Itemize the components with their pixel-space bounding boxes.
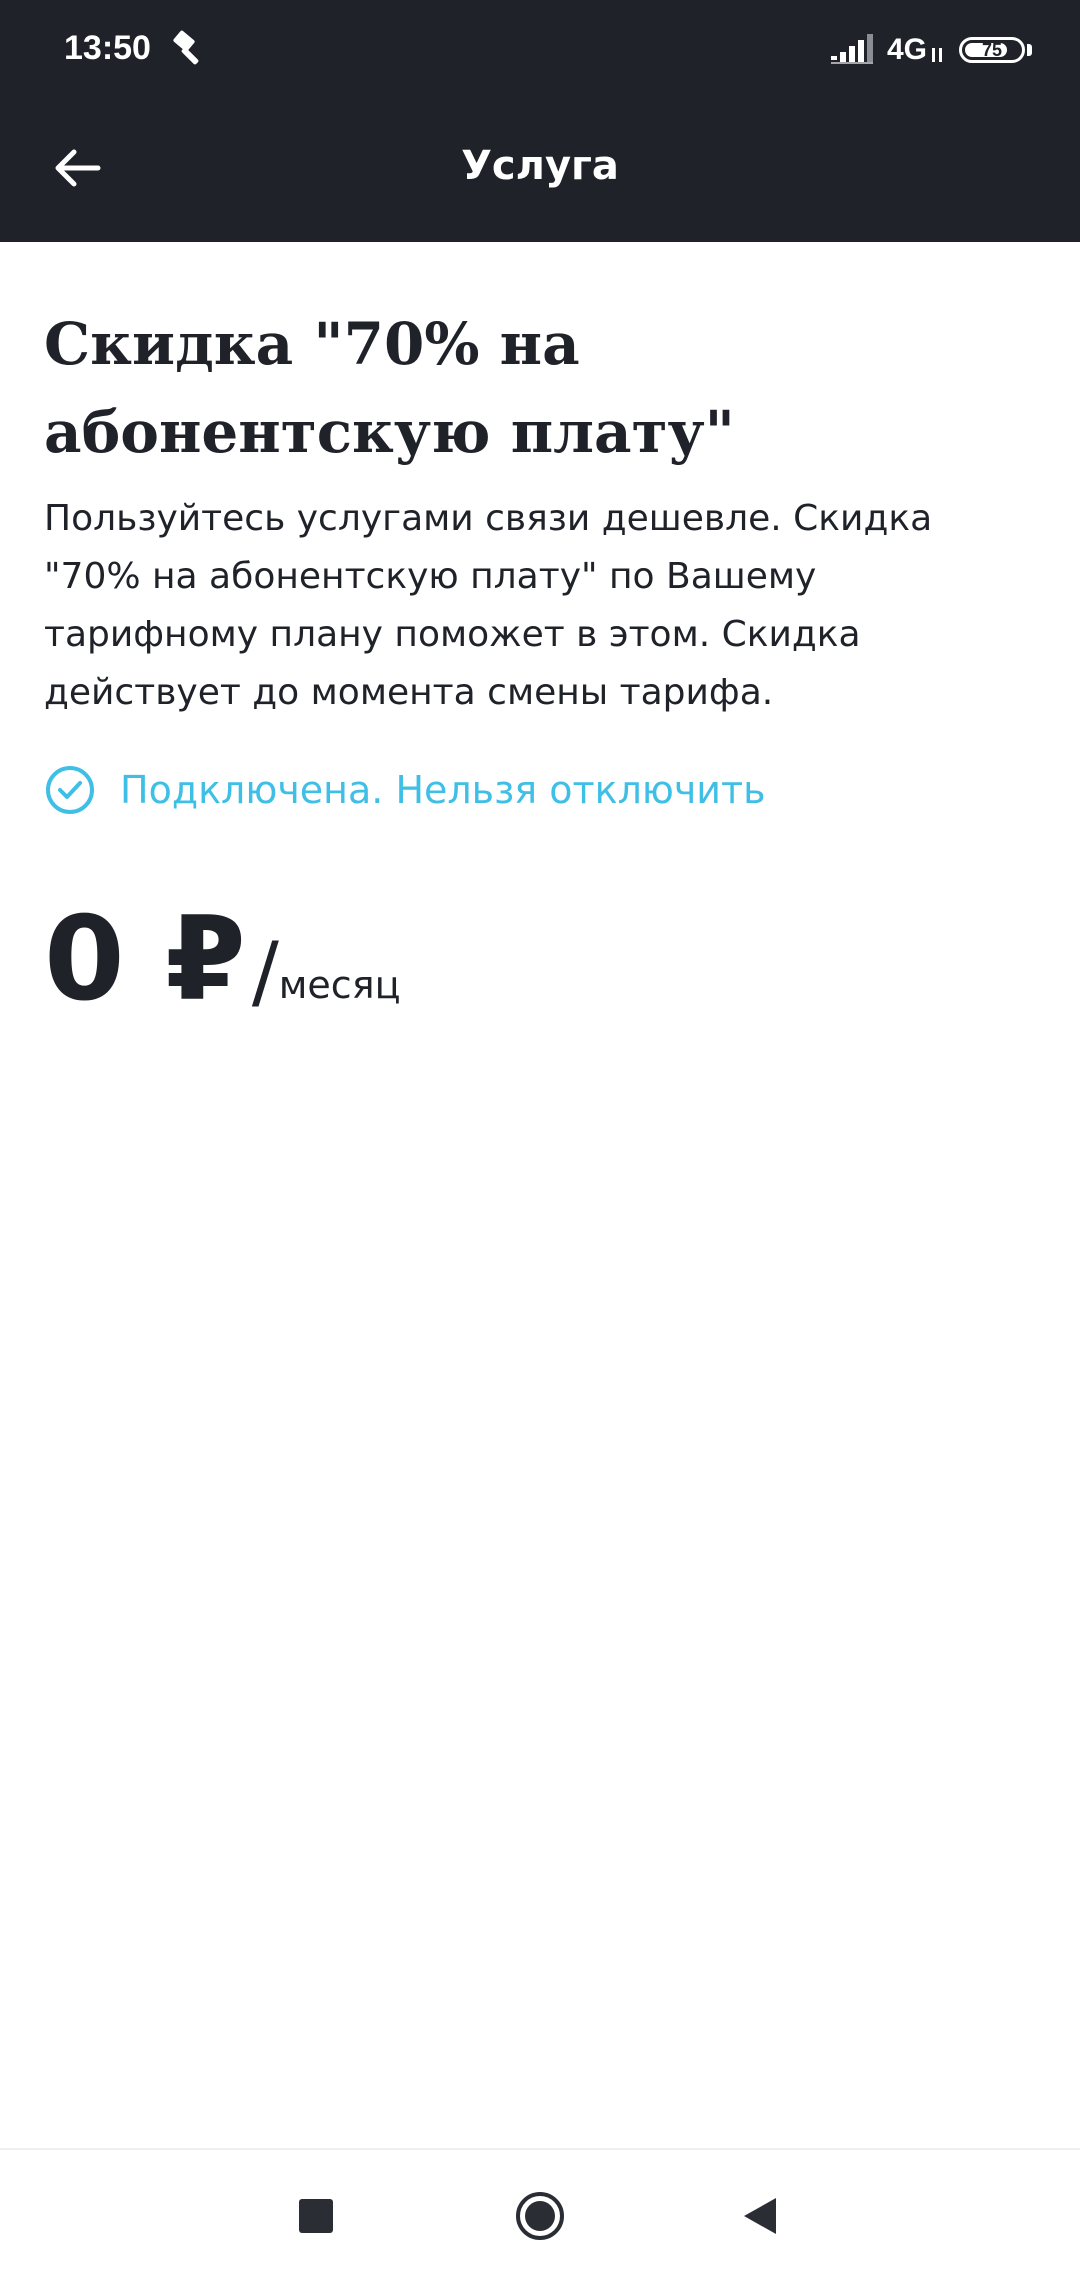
price-period: месяц bbox=[278, 963, 401, 1007]
service-description: Пользуйтесь услугами связи дешевле. Скид… bbox=[44, 498, 933, 713]
status-bar: 13:50 4G 75 bbox=[0, 0, 1080, 96]
page-title: Услуга bbox=[461, 143, 619, 189]
battery-tip bbox=[1027, 44, 1032, 56]
service-title: Скидка "70% на абонентскую плату" bbox=[44, 310, 735, 466]
service-status: Подключена. Нельзя отключить bbox=[44, 764, 1040, 816]
battery-icon: 75 bbox=[959, 37, 1025, 63]
recents-button[interactable] bbox=[280, 2180, 352, 2252]
status-indicators: 4G 75 bbox=[830, 30, 1032, 70]
signal-icon bbox=[830, 34, 873, 64]
price-slash: / bbox=[251, 925, 279, 1018]
data-arrows-icon bbox=[932, 48, 942, 62]
app-bar: Услуга bbox=[0, 96, 1080, 242]
service-status-text: Подключена. Нельзя отключить bbox=[120, 768, 766, 812]
status-time: 13:50 bbox=[64, 29, 151, 67]
hammer-icon bbox=[173, 30, 199, 65]
battery-percent: 75 bbox=[981, 40, 1003, 60]
back-nav-button[interactable] bbox=[724, 2180, 796, 2252]
recents-square-icon bbox=[299, 2199, 333, 2233]
system-nav-bar bbox=[0, 2148, 1080, 2280]
service-price: 0 ₽ / месяц bbox=[44, 900, 1040, 1020]
network-type: 4G bbox=[886, 33, 927, 66]
arrow-left-icon bbox=[55, 149, 101, 187]
back-triangle-icon bbox=[744, 2198, 776, 2234]
price-amount: 0 ₽ bbox=[44, 892, 246, 1027]
home-button[interactable] bbox=[504, 2180, 576, 2252]
back-button[interactable] bbox=[30, 132, 126, 204]
service-details: Скидка "70% на абонентскую плату" Пользу… bbox=[44, 300, 1040, 1020]
home-circle-icon bbox=[516, 2192, 564, 2240]
check-circle-icon bbox=[46, 766, 94, 814]
